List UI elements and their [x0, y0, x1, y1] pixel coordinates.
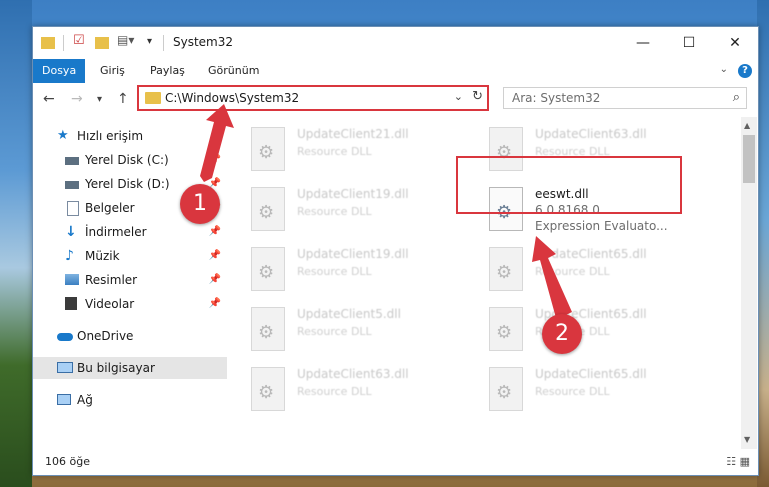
- step-marker-2: 2: [542, 314, 582, 354]
- annotation-arrows: [200, 104, 572, 318]
- arrow-2: [532, 236, 572, 318]
- arrow-1: [200, 104, 234, 182]
- step-marker-1: 1: [180, 184, 220, 224]
